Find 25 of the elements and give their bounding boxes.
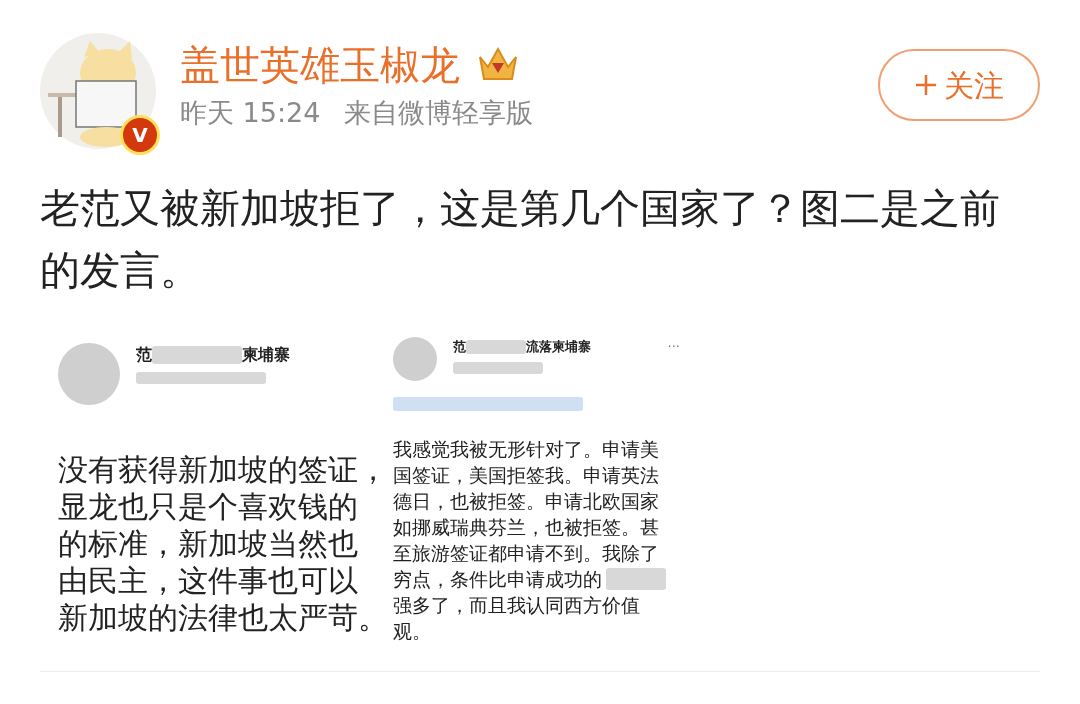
quoted-name: 范 xyxy=(453,338,466,356)
quote-text-line: 国签证，美国拒签我。申请英法 xyxy=(393,463,659,488)
post-text: 老范又被新加坡拒了，这是第几个国家了？图二是之前的发言。 xyxy=(40,184,1001,295)
quote-text-line: 如挪威瑞典芬兰，也被拒签。甚 xyxy=(393,515,659,540)
quote-text-line: 穷点，条件比申请成功的 xyxy=(393,567,602,592)
quote-text-line: 强多了，而且我认同西方价值 xyxy=(393,593,640,618)
plus-icon xyxy=(914,73,938,97)
quoted-name: 流落柬埔寨 xyxy=(526,338,591,356)
quote-text-line: 显龙也只是个喜欢钱的 xyxy=(58,488,358,525)
more-menu[interactable]: ··· xyxy=(667,337,680,357)
quote-text-line: 德日，也被拒签。申请北欧国家 xyxy=(393,489,659,514)
follow-button[interactable]: 关注 xyxy=(878,49,1040,121)
quote-text-line: 由民主，这件事也可以 xyxy=(58,562,358,599)
verified-badge: V xyxy=(120,115,160,155)
username[interactable]: 盖世英雄玉椒龙 xyxy=(180,41,460,89)
redaction-block xyxy=(466,339,526,354)
quote-text-line: 至旅游签证都申请不到。我除了 xyxy=(393,541,659,566)
quote-text-line: 观。 xyxy=(393,619,431,644)
quote-text-line: 的标准，新加坡当然也 xyxy=(58,525,358,562)
post-time: 昨天 15:24 xyxy=(180,97,321,130)
avatar-icon xyxy=(393,337,437,381)
quote-text-line: 我感觉我被无形针对了。申请美 xyxy=(393,437,659,462)
post-source: 来自微博轻享版 xyxy=(344,97,534,130)
quoted-name: 范 xyxy=(136,344,152,366)
quoted-name: 柬埔寨 xyxy=(242,344,290,366)
